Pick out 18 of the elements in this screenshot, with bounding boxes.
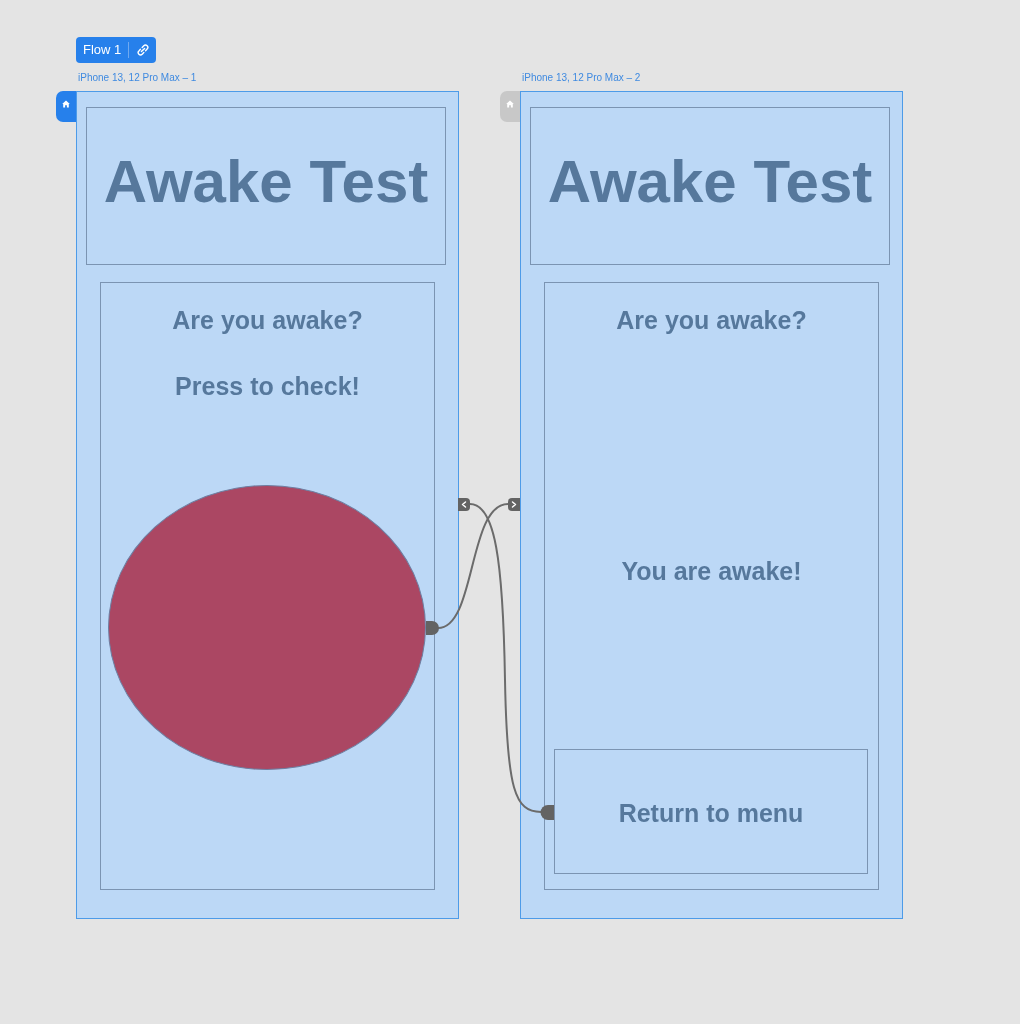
home-icon — [62, 100, 70, 108]
message-text: You are awake! — [621, 556, 802, 587]
app-title: Awake Test — [103, 147, 429, 217]
home-icon — [506, 100, 514, 108]
question-text: Are you awake? — [172, 305, 363, 336]
connector-handle-icon — [426, 621, 439, 635]
flow-name-button[interactable]: Flow 1 — [76, 37, 129, 63]
instruction-text: Press to check! — [175, 371, 360, 402]
return-button[interactable]: Return to menu — [554, 749, 868, 874]
home-tab[interactable] — [56, 91, 76, 122]
chevron-left-icon — [458, 498, 470, 511]
link-icon — [136, 44, 149, 56]
artboard-label: iPhone 13, 12 Pro Max – 1 — [78, 72, 198, 85]
chevron-right-icon — [508, 498, 520, 511]
app-title: Awake Test — [547, 147, 873, 217]
connector-handle-icon — [540, 805, 554, 820]
question-text: Are you awake? — [616, 305, 807, 336]
artboard-label: iPhone 13, 12 Pro Max – 2 — [522, 72, 642, 85]
